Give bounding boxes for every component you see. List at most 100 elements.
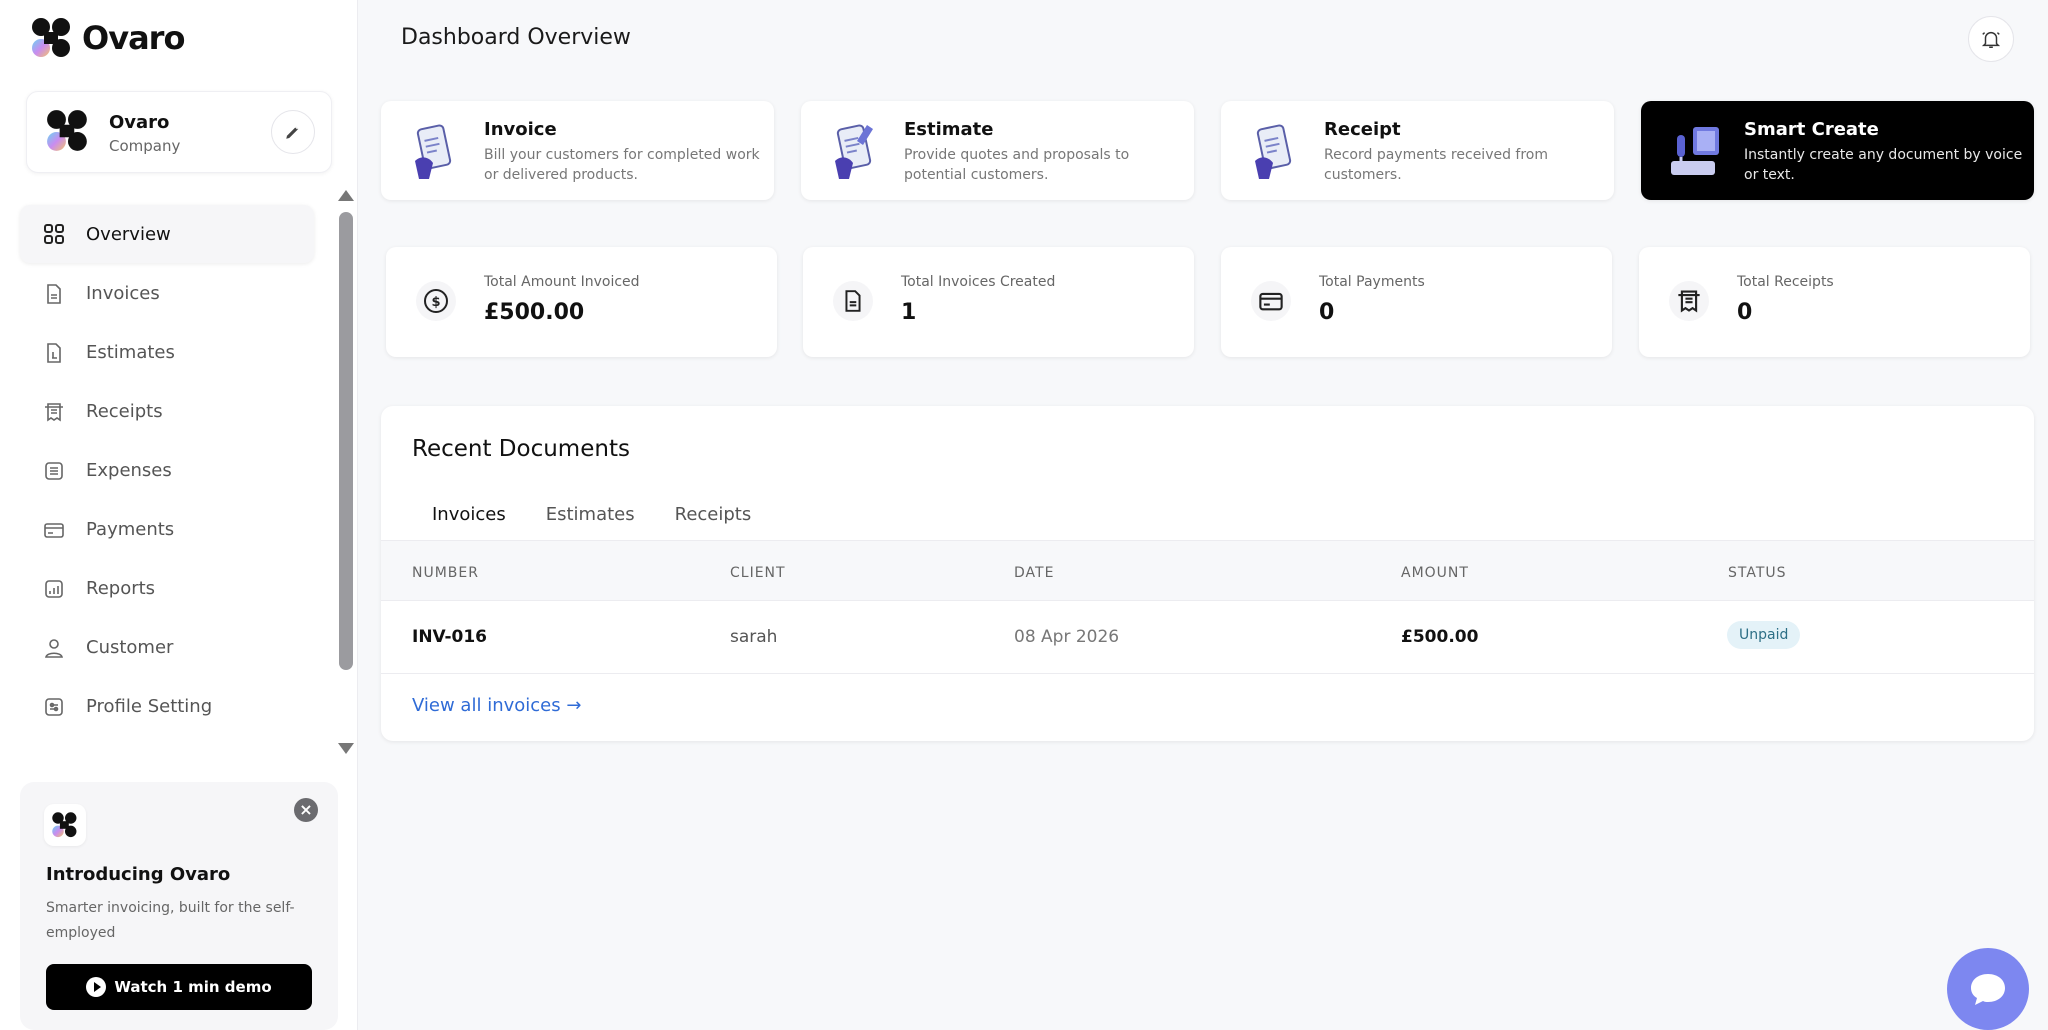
company-card[interactable]: Ovaro Company: [26, 91, 332, 173]
stat-card-amount-invoiced: $ Total Amount Invoiced £500.00: [386, 247, 777, 357]
invoice-date: 08 Apr 2026: [1014, 627, 1120, 647]
card-icon: [42, 518, 66, 542]
recent-documents-panel: Recent Documents Invoices Estimates Rece…: [381, 406, 2034, 741]
promo-text: Smarter invoicing, built for the self-em…: [46, 900, 295, 941]
create-estimate-card[interactable]: Estimate Provide quotes and proposals to…: [801, 101, 1194, 200]
create-receipt-card[interactable]: Receipt Record payments received from cu…: [1221, 101, 1614, 200]
sidebar-item-label: Reports: [86, 578, 156, 599]
invoice-number: INV-016: [412, 627, 488, 647]
stat-label: Total Payments: [1319, 274, 1425, 290]
action-description: Record payments received from customers.: [1324, 147, 1549, 183]
column-header-number: NUMBER: [412, 565, 479, 581]
action-description: Instantly create any document by voice o…: [1744, 147, 2023, 183]
sidebar-item-label: Receipts: [86, 401, 163, 422]
pencil-icon: [286, 126, 299, 139]
sidebar-item-receipts[interactable]: Receipts: [20, 382, 314, 441]
stat-value: 0: [1737, 300, 1753, 325]
user-icon: [42, 636, 66, 660]
bell-icon: [1981, 31, 2001, 48]
action-description: Provide quotes and proposals to potentia…: [904, 147, 1130, 183]
stat-card-total-payments: Total Payments 0: [1221, 247, 1612, 357]
sidebar-item-reports[interactable]: Reports: [20, 559, 314, 618]
invoice-client: sarah: [730, 627, 778, 647]
list-icon: [42, 459, 66, 483]
estimate-illustration-icon: [835, 124, 873, 179]
svg-text:$: $: [431, 295, 440, 310]
sidebar-item-label: Invoices: [86, 283, 160, 304]
sidebar-item-label: Customer: [86, 637, 174, 658]
sidebar-item-label: Expenses: [86, 460, 172, 481]
chart-icon: [42, 577, 66, 601]
stat-label: Total Receipts: [1737, 274, 1834, 290]
smart-create-card[interactable]: Smart Create Instantly create any docume…: [1641, 101, 2034, 200]
invoice-illustration-icon: [415, 124, 452, 179]
column-header-status: STATUS: [1728, 565, 1787, 581]
company-type: Company: [109, 137, 181, 155]
promo-card: × Introducing Ovaro Smarter invoicing, b…: [20, 782, 338, 1030]
grid-icon: [42, 222, 66, 246]
sidebar-item-profile-setting[interactable]: Profile Setting: [20, 677, 314, 736]
estimate-icon: [42, 341, 66, 365]
watch-demo-button[interactable]: Watch 1 min demo: [46, 964, 312, 1010]
section-title: Recent Documents: [412, 436, 630, 462]
sidebar-item-label: Estimates: [86, 342, 175, 363]
stat-value: 1: [901, 300, 917, 325]
smart-create-illustration-icon: [1671, 127, 1719, 175]
action-title: Smart Create: [1744, 119, 1879, 140]
status-badge: Unpaid: [1727, 621, 1801, 649]
sidebar-item-payments[interactable]: Payments: [20, 500, 314, 559]
receipt-icon: [1669, 281, 1709, 321]
action-title: Receipt: [1324, 119, 1401, 140]
table-header: NUMBER CLIENT DATE AMOUNT STATUS: [381, 540, 2034, 601]
sidebar-item-expenses[interactable]: Expenses: [20, 441, 314, 500]
stat-value: 0: [1319, 300, 1335, 325]
receipt-illustration-icon: [1255, 124, 1292, 179]
promo-logo-icon: [44, 804, 86, 846]
invoice-amount: £500.00: [1401, 627, 1479, 647]
card-icon: [1251, 281, 1291, 321]
stat-label: Total Invoices Created: [901, 274, 1056, 290]
sidebar: Ovaro Ovaro Company Overview Invoices Es…: [0, 0, 358, 1030]
column-header-date: DATE: [1014, 565, 1055, 581]
action-description: Bill your customers for completed work o…: [484, 147, 760, 183]
stat-card-total-receipts: Total Receipts 0: [1639, 247, 2030, 357]
dollar-icon: $: [416, 281, 456, 321]
ovaro-logo-icon: [32, 18, 70, 57]
company-name: Ovaro: [109, 112, 170, 133]
column-header-client: CLIENT: [730, 565, 786, 581]
sidebar-scrollbar[interactable]: [339, 212, 353, 670]
view-all-invoices-link[interactable]: View all invoices →: [412, 695, 581, 716]
notifications-button[interactable]: [1968, 16, 2014, 62]
brand-name: Ovaro: [82, 19, 185, 57]
play-icon: [86, 977, 107, 997]
receipt-icon: [42, 400, 66, 424]
stat-label: Total Amount Invoiced: [484, 274, 640, 290]
chat-bubble-icon: [1971, 974, 2005, 1005]
edit-company-button[interactable]: [271, 110, 315, 154]
stat-value: £500.00: [484, 300, 585, 325]
page-title: Dashboard Overview: [401, 25, 631, 50]
company-logo-icon: [45, 108, 91, 158]
column-header-amount: AMOUNT: [1401, 565, 1469, 581]
sidebar-item-customer[interactable]: Customer: [20, 618, 314, 677]
sidebar-item-overview[interactable]: Overview: [20, 205, 314, 263]
brand-logo[interactable]: Ovaro: [30, 16, 185, 60]
sidebar-nav: Overview Invoices Estimates Receipts Exp…: [20, 205, 314, 736]
scroll-down-arrow[interactable]: [338, 743, 354, 754]
document-icon: [833, 281, 873, 321]
action-title: Invoice: [484, 119, 557, 140]
close-icon[interactable]: ×: [294, 798, 318, 822]
settings-icon: [42, 695, 66, 719]
sidebar-item-label: Payments: [86, 519, 175, 540]
scroll-up-arrow[interactable]: [338, 190, 354, 201]
create-invoice-card[interactable]: Invoice Bill your customers for complete…: [381, 101, 774, 200]
document-icon: [42, 282, 66, 306]
action-title: Estimate: [904, 119, 994, 140]
sidebar-item-label: Overview: [86, 223, 171, 245]
stat-card-invoices-created: Total Invoices Created 1: [803, 247, 1194, 357]
chat-button[interactable]: [1947, 948, 2029, 1030]
sidebar-item-invoices[interactable]: Invoices: [20, 264, 314, 323]
watch-demo-label: Watch 1 min demo: [114, 978, 272, 996]
sidebar-item-label: Profile Setting: [86, 696, 213, 717]
sidebar-item-estimates[interactable]: Estimates: [20, 323, 314, 382]
